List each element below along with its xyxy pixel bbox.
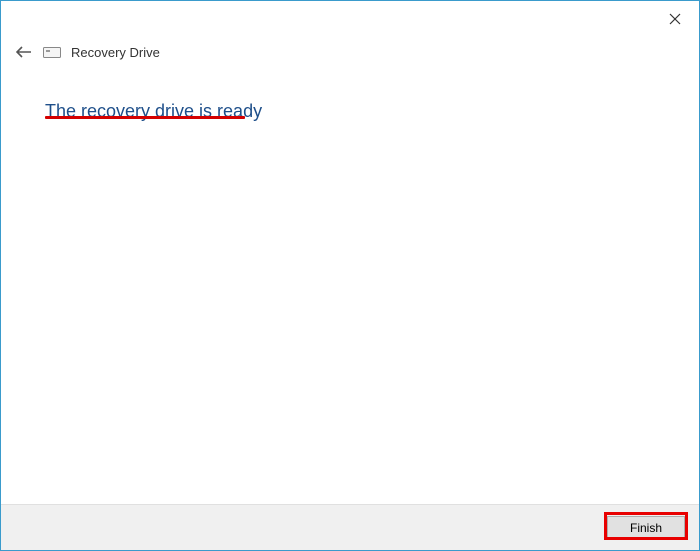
back-arrow-icon [16,45,32,59]
wizard-footer: Finish [1,504,699,550]
wizard-header: Recovery Drive [1,1,699,61]
drive-icon [43,46,61,58]
wizard-content: The recovery drive is ready [1,61,699,162]
close-icon [669,13,681,25]
wizard-title: Recovery Drive [71,45,160,60]
annotation-underline [45,116,245,119]
close-button[interactable] [663,7,687,31]
finish-button[interactable]: Finish [607,516,685,540]
back-button[interactable] [15,43,33,61]
